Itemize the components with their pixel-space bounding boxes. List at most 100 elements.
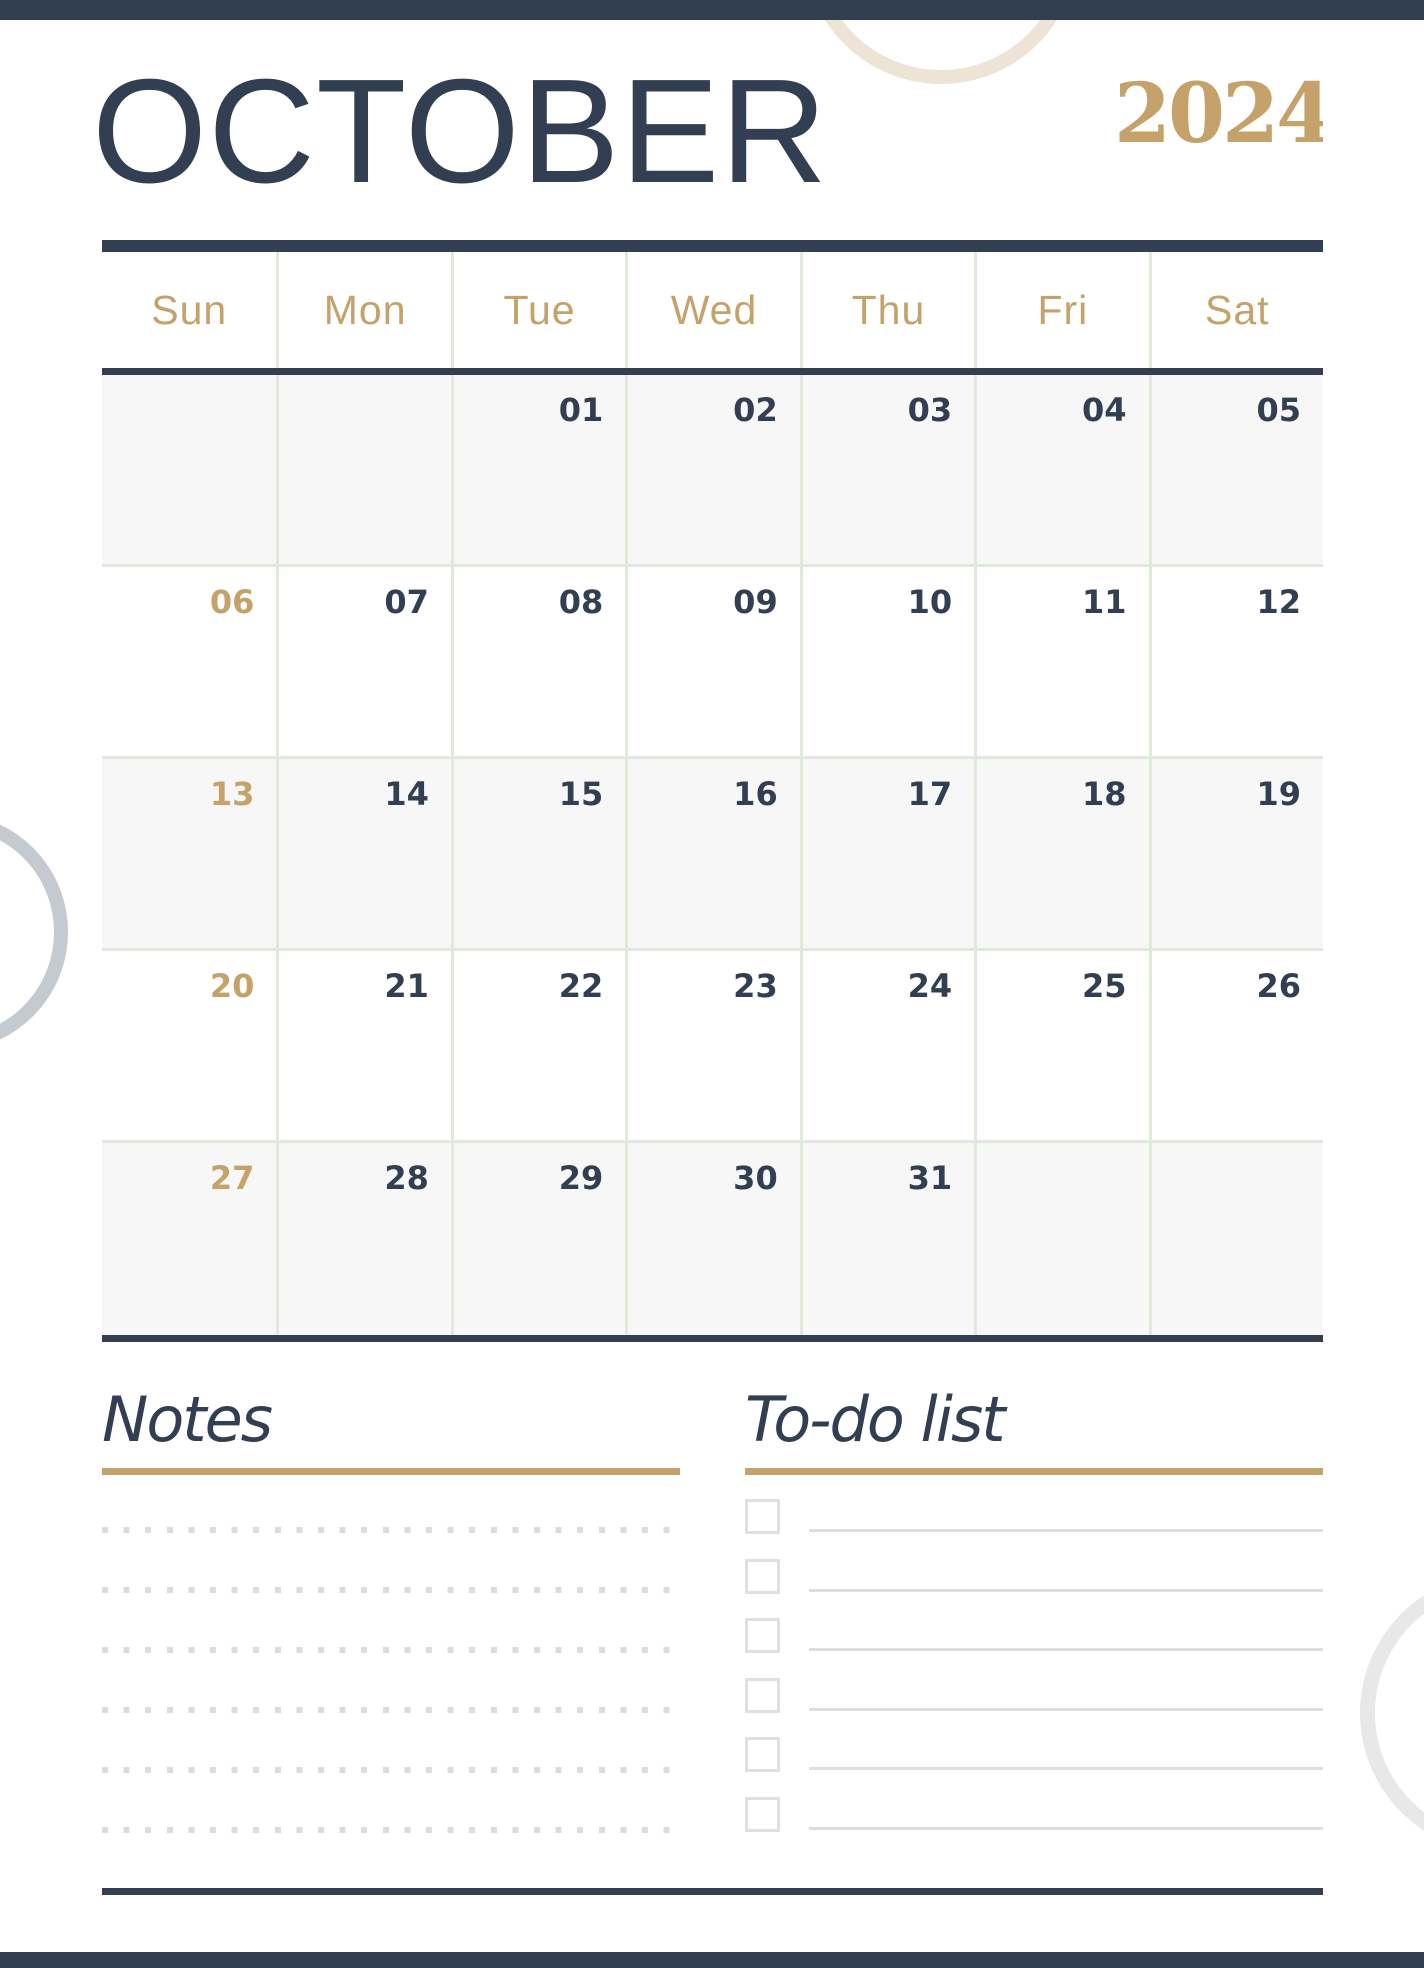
day-number: 19 <box>1256 775 1301 813</box>
day-number: 11 <box>1082 583 1127 621</box>
todo-write-line[interactable] <box>809 1529 1323 1532</box>
todo-item <box>745 1737 1323 1797</box>
day-cell[interactable]: 09 <box>625 567 799 756</box>
day-cell[interactable]: 07 <box>276 567 450 756</box>
day-number: 04 <box>1082 391 1127 429</box>
day-cell[interactable]: 22 <box>450 951 625 1140</box>
day-number: 03 <box>907 391 953 429</box>
todo-checkbox[interactable] <box>745 1499 780 1534</box>
bottom-border-bar <box>0 1952 1424 1968</box>
day-cell[interactable]: 15 <box>450 759 625 948</box>
day-number: 31 <box>907 1159 953 1197</box>
todo-item <box>745 1796 1323 1857</box>
todo-write-line[interactable] <box>809 1767 1323 1771</box>
day-cell[interactable] <box>1148 1143 1323 1335</box>
day-cell[interactable]: 05 <box>1148 375 1323 564</box>
day-cell[interactable]: 10 <box>799 567 974 756</box>
day-number: 02 <box>733 391 778 429</box>
notes-dotted-line[interactable] <box>102 1827 672 1833</box>
notes-area[interactable] <box>102 1527 672 1887</box>
day-cell[interactable]: 24 <box>799 951 974 1140</box>
todo-checkbox[interactable] <box>745 1796 780 1832</box>
day-number: 27 <box>209 1159 255 1197</box>
day-number: 25 <box>1082 967 1127 1005</box>
day-cell[interactable]: 21 <box>276 951 450 1140</box>
notes-dotted-line[interactable] <box>102 1767 672 1773</box>
weeks-container: 01 02 03 04 05 06 07 08 09 10 11 12 13 1… <box>102 375 1323 1335</box>
todo-write-line[interactable] <box>809 1588 1323 1592</box>
calendar-top-rule <box>102 240 1323 252</box>
notes-dotted-line[interactable] <box>102 1527 672 1533</box>
day-cell[interactable]: 26 <box>1148 951 1323 1140</box>
day-number: 24 <box>907 967 953 1005</box>
calendar-header-rule <box>102 368 1323 375</box>
todo-write-line[interactable] <box>809 1707 1323 1711</box>
day-cell[interactable]: 25 <box>974 951 1148 1140</box>
day-cell[interactable]: 17 <box>799 759 974 948</box>
weekday-header-row: Sun Mon Tue Wed Thu Fri Sat <box>102 252 1323 368</box>
day-cell[interactable] <box>276 375 450 564</box>
day-number: 16 <box>733 775 778 813</box>
calendar-grid: Sun Mon Tue Wed Thu Fri Sat 01 02 03 04 … <box>102 240 1323 1342</box>
day-number: 28 <box>384 1159 429 1197</box>
day-number: 01 <box>558 391 604 429</box>
day-cell[interactable] <box>102 375 276 564</box>
footer-rule <box>102 1888 1323 1895</box>
todo-write-line[interactable] <box>809 1648 1323 1652</box>
day-number: 12 <box>1256 583 1301 621</box>
day-number: 15 <box>558 775 604 813</box>
day-cell[interactable]: 29 <box>450 1143 625 1335</box>
weekday-mon: Mon <box>276 252 450 368</box>
notes-title: Notes <box>102 1383 273 1456</box>
day-number: 20 <box>209 967 255 1005</box>
day-cell[interactable]: 31 <box>799 1143 974 1335</box>
day-cell[interactable]: 08 <box>450 567 625 756</box>
day-cell[interactable]: 04 <box>974 375 1148 564</box>
todo-checkbox[interactable] <box>745 1558 780 1594</box>
notes-dotted-line[interactable] <box>102 1587 672 1593</box>
day-cell[interactable]: 27 <box>102 1143 276 1335</box>
day-number: 06 <box>209 583 255 621</box>
day-number: 21 <box>384 967 429 1005</box>
day-cell[interactable]: 30 <box>625 1143 799 1335</box>
day-cell[interactable]: 23 <box>625 951 799 1140</box>
calendar-bottom-rule <box>102 1335 1323 1342</box>
weekday-sun: Sun <box>151 286 228 333</box>
todo-write-line[interactable] <box>809 1826 1323 1830</box>
weekday-thu: Thu <box>799 252 974 368</box>
day-cell[interactable]: 16 <box>625 759 799 948</box>
year-container: 2024 <box>1100 60 1323 170</box>
day-number: 07 <box>384 583 429 621</box>
day-cell[interactable]: 14 <box>276 759 450 948</box>
decorative-circle-left <box>0 813 68 1051</box>
day-number: 10 <box>907 583 953 621</box>
month-title: OCTOBER <box>92 49 829 214</box>
day-number: 22 <box>558 967 604 1005</box>
day-cell[interactable]: 11 <box>974 567 1148 756</box>
day-number: 26 <box>1256 967 1301 1005</box>
day-number: 08 <box>558 583 604 621</box>
notes-dotted-line[interactable] <box>102 1647 672 1653</box>
day-cell[interactable]: 19 <box>1148 759 1323 948</box>
week-row: 27 28 29 30 31 <box>102 1143 1323 1335</box>
day-cell[interactable]: 02 <box>625 375 799 564</box>
day-cell[interactable]: 06 <box>102 567 276 756</box>
day-cell[interactable] <box>974 1143 1148 1335</box>
day-cell[interactable]: 20 <box>102 951 276 1140</box>
week-row: 13 14 15 16 17 18 19 <box>102 759 1323 951</box>
day-number: 05 <box>1256 391 1301 429</box>
todo-title-underline <box>745 1468 1323 1475</box>
day-cell[interactable]: 01 <box>450 375 625 564</box>
day-cell[interactable]: 18 <box>974 759 1148 948</box>
notes-dotted-line[interactable] <box>102 1707 672 1713</box>
todo-checkbox[interactable] <box>745 1618 780 1654</box>
day-cell[interactable]: 13 <box>102 759 276 948</box>
day-number: 30 <box>733 1159 778 1197</box>
day-cell[interactable]: 28 <box>276 1143 450 1335</box>
day-cell[interactable]: 03 <box>799 375 974 564</box>
todo-checkbox[interactable] <box>745 1737 780 1773</box>
day-number: 23 <box>733 967 778 1005</box>
day-cell[interactable]: 12 <box>1148 567 1323 756</box>
day-number: 18 <box>1082 775 1127 813</box>
todo-checkbox[interactable] <box>745 1677 780 1713</box>
